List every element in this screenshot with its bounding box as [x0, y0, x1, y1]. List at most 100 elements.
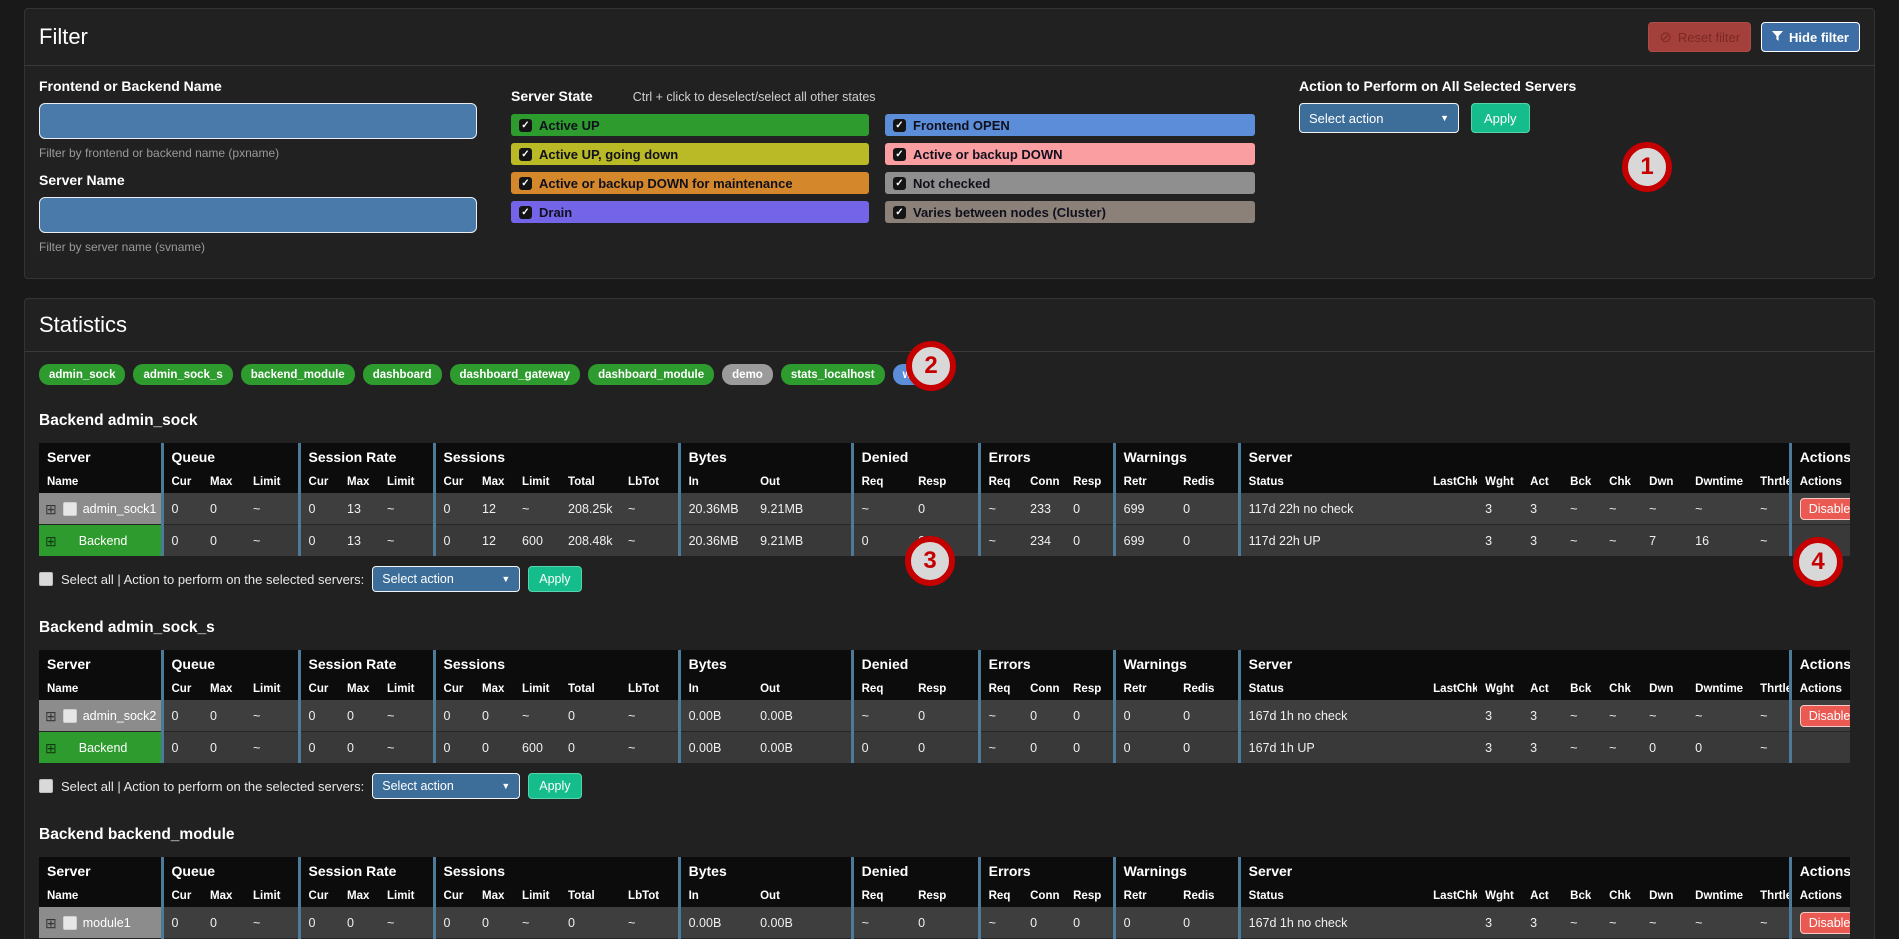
- state-filter-active-up[interactable]: ✓Active UP: [511, 114, 869, 136]
- stat-cell: 117d 22h no check: [1239, 493, 1425, 525]
- column-group-queue: Queue: [162, 857, 299, 884]
- stat-cell: 0: [1114, 700, 1175, 732]
- column-group-errors: Errors: [979, 650, 1114, 677]
- state-filter-active-or-backup-down-for-maintenance[interactable]: ✓Active or backup DOWN for maintenance: [511, 172, 869, 194]
- column-header-req: Req: [979, 470, 1022, 493]
- state-filter-not-checked[interactable]: ✓Not checked: [885, 172, 1255, 194]
- row-checkbox[interactable]: [63, 502, 77, 516]
- filter-panel: Filter ⊘ Reset filter Hide filter Fronte…: [24, 8, 1875, 279]
- stats-table-backend-admin-sock-s: ServerQueueSession RateSessionsBytesDeni…: [39, 650, 1850, 763]
- state-filter-varies-between-nodes-cluster[interactable]: ✓Varies between nodes (Cluster): [885, 201, 1255, 223]
- stat-cell: 0: [560, 732, 620, 764]
- row-action-select[interactable]: Select action▼: [372, 566, 520, 592]
- state-filter-active-or-backup-down[interactable]: ✓Active or backup DOWN: [885, 143, 1255, 165]
- stat-cell: 117d 22h UP: [1239, 525, 1425, 557]
- stat-cell: ~: [1562, 525, 1601, 557]
- svname-input[interactable]: [39, 197, 477, 233]
- column-header-max: Max: [339, 470, 379, 493]
- column-group-errors: Errors: [979, 443, 1114, 470]
- bulk-action-select[interactable]: Select action ▼: [1299, 103, 1459, 133]
- state-filter-label: Active UP, going down: [539, 147, 678, 162]
- pxname-input[interactable]: [39, 103, 477, 139]
- column-group-server: Server: [39, 443, 162, 470]
- expand-icon[interactable]: ⊞: [45, 502, 57, 516]
- state-filter-frontend-open[interactable]: ✓Frontend OPEN: [885, 114, 1255, 136]
- disable-button[interactable]: Disable: [1800, 705, 1851, 727]
- disable-button[interactable]: Disable: [1800, 498, 1851, 520]
- column-header-resp: Resp: [1065, 884, 1114, 907]
- state-filter-label: Frontend OPEN: [913, 118, 1010, 133]
- backend-tag-admin-sock-s[interactable]: admin_sock_s: [133, 364, 232, 385]
- expand-icon[interactable]: ⊞: [45, 534, 57, 548]
- column-header-max: Max: [339, 677, 379, 700]
- backend-tag-backend-module[interactable]: backend_module: [241, 364, 355, 385]
- stat-cell: 0: [162, 525, 202, 557]
- row-action-select-value: Select action: [382, 572, 454, 586]
- expand-icon[interactable]: ⊞: [45, 709, 57, 723]
- column-header-limit: Limit: [379, 470, 434, 493]
- bulk-apply-button[interactable]: Apply: [1471, 103, 1530, 133]
- stat-cell: ~: [1601, 525, 1641, 557]
- row-action-select[interactable]: Select action▼: [372, 773, 520, 799]
- state-filter-label: Active or backup DOWN for maintenance: [539, 176, 793, 191]
- column-header-resp: Resp: [1065, 470, 1114, 493]
- stat-cell: 0: [339, 700, 379, 732]
- row-apply-button[interactable]: Apply: [528, 566, 581, 592]
- reset-filter-button[interactable]: ⊘ Reset filter: [1648, 22, 1751, 52]
- column-group-bytes: Bytes: [679, 443, 852, 470]
- backend-tag-stats-localhost[interactable]: stats_localhost: [781, 364, 885, 385]
- column-group-queue: Queue: [162, 443, 299, 470]
- backend-tag-dashboard-module[interactable]: dashboard_module: [588, 364, 714, 385]
- stat-cell: 0: [852, 732, 910, 764]
- column-header-bck: Bck: [1562, 470, 1601, 493]
- state-filter-drain[interactable]: ✓Drain: [511, 201, 869, 223]
- row-checkbox[interactable]: [63, 709, 77, 723]
- stat-cell: 20.36MB: [679, 525, 752, 557]
- stat-cell: 3: [1477, 493, 1522, 525]
- stat-cell: ~: [1752, 493, 1790, 525]
- annotation-circle-4: 4: [1793, 537, 1843, 587]
- column-header-conn: Conn: [1022, 677, 1065, 700]
- hide-filter-button[interactable]: Hide filter: [1761, 22, 1860, 52]
- stat-cell: ~: [1687, 700, 1752, 732]
- column-header-cur: Cur: [162, 884, 202, 907]
- stat-cell: 699: [1114, 525, 1175, 557]
- stat-cell: ~: [979, 700, 1022, 732]
- column-header-resp: Resp: [910, 677, 979, 700]
- server-name: admin_sock2: [83, 709, 157, 723]
- column-header-name: Name: [39, 884, 162, 907]
- row-apply-button[interactable]: Apply: [528, 773, 581, 799]
- stat-cell: 0: [299, 493, 339, 525]
- column-header-chk: Chk: [1601, 677, 1641, 700]
- column-group-warnings: Warnings: [1114, 650, 1239, 677]
- backend-tag-dashboard[interactable]: dashboard: [363, 364, 442, 385]
- stats-row-backend: ⊞Backend00~00~006000~0.00B0.00B00~000016…: [39, 732, 1850, 764]
- stat-cell: 0: [1065, 732, 1114, 764]
- column-header-limit: Limit: [514, 884, 560, 907]
- stat-cell: ~: [1601, 493, 1641, 525]
- stat-cell: 0: [1065, 907, 1114, 939]
- statistics-title: Statistics: [39, 312, 127, 338]
- backend-tag-demo[interactable]: demo: [722, 364, 773, 385]
- disable-button[interactable]: Disable: [1800, 912, 1851, 934]
- column-header-out: Out: [752, 470, 852, 493]
- stat-cell: ~: [852, 907, 910, 939]
- expand-icon[interactable]: ⊞: [45, 916, 57, 930]
- stat-cell: 0: [852, 525, 910, 557]
- column-group-sessions: Sessions: [434, 857, 679, 884]
- state-filter-active-up-going-down[interactable]: ✓Active UP, going down: [511, 143, 869, 165]
- column-group-warnings: Warnings: [1114, 443, 1239, 470]
- select-all-checkbox[interactable]: [39, 779, 53, 793]
- backend-tag-dashboard-gateway[interactable]: dashboard_gateway: [450, 364, 581, 385]
- stat-cell: 0: [474, 907, 514, 939]
- actions-cell: Disable: [1790, 700, 1850, 732]
- select-all-checkbox[interactable]: [39, 572, 53, 586]
- row-checkbox[interactable]: [63, 916, 77, 930]
- stat-cell: 0: [1641, 732, 1687, 764]
- expand-icon[interactable]: ⊞: [45, 741, 57, 755]
- column-group-queue: Queue: [162, 650, 299, 677]
- column-header-act: Act: [1522, 470, 1562, 493]
- checkbox-checked-icon: ✓: [893, 206, 906, 219]
- backend-tag-admin-sock[interactable]: admin_sock: [39, 364, 125, 385]
- svname-help: Filter by server name (svname): [39, 240, 477, 254]
